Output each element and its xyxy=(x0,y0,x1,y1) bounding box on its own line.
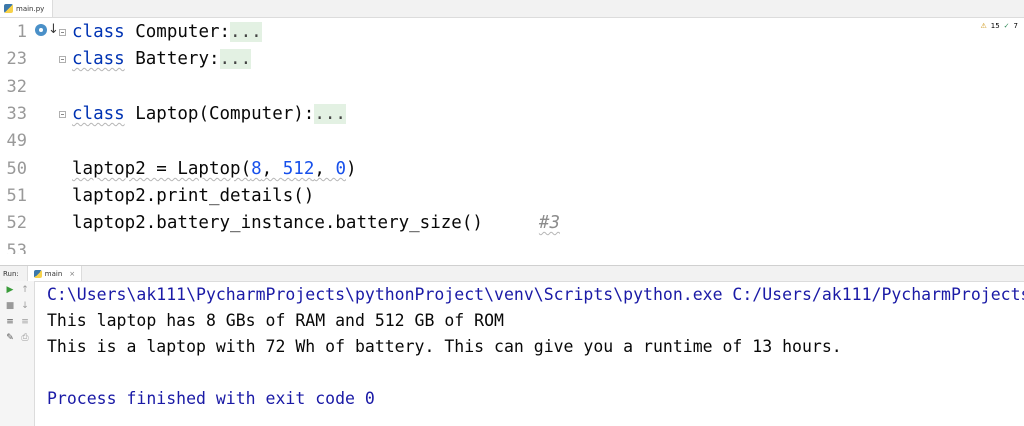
run-tab-label: main xyxy=(44,269,63,278)
tab-main-py[interactable]: main.py xyxy=(0,0,54,17)
number-literal: 512 xyxy=(282,159,315,179)
folded-region[interactable]: ... xyxy=(219,49,252,69)
separator: , xyxy=(261,159,283,179)
separator: , xyxy=(314,159,336,179)
check-count: 7 xyxy=(1013,22,1018,30)
inspection-widget[interactable]: ⚠ 15 ✓ 7 xyxy=(980,22,1018,30)
code-line: class Battery:... xyxy=(72,46,252,73)
code-line: laptop2.battery_instance.battery_size() #… xyxy=(72,210,560,237)
keyword: class xyxy=(72,104,125,124)
code-editor[interactable]: 1 23 32 33 49 50 51 52 53 ↓ ⚠ 15 ✓ 7 cla… xyxy=(0,18,1024,254)
implemented-arrow-icon[interactable]: ↓ xyxy=(48,22,59,37)
editor-tab-bar: main.py xyxy=(0,0,1024,18)
fold-marker-icon[interactable] xyxy=(59,111,66,118)
line-number: 51 xyxy=(6,186,27,206)
line-number: 49 xyxy=(6,131,27,151)
run-label: Run: xyxy=(3,269,19,278)
pin-icon[interactable]: ✎ xyxy=(5,333,15,343)
scroll-down-icon[interactable]: ↓ xyxy=(20,301,30,311)
print-icon[interactable]: ⎙ xyxy=(20,333,30,343)
class-name: Computer: xyxy=(124,22,231,42)
comment: #3 xyxy=(538,213,560,233)
line-number: 32 xyxy=(6,77,27,97)
layout-icon[interactable]: ≡ xyxy=(5,317,15,327)
code-line: laptop2.print_details() xyxy=(72,186,315,206)
run-tab-main[interactable]: main × xyxy=(26,266,83,281)
fold-marker-icon[interactable] xyxy=(59,56,66,63)
keyword: class xyxy=(72,22,125,42)
warning-count: 15 xyxy=(990,22,1000,30)
console-command-line: C:\Users\ak111\PycharmProjects\pythonPro… xyxy=(47,285,1024,304)
stop-icon[interactable]: ■ xyxy=(5,301,15,311)
folded-region[interactable]: ... xyxy=(314,104,346,124)
run-toolbar: ▶ ↑ ■ ↓ ≡ ≡ ✎ ⎙ xyxy=(0,281,35,426)
line-number: 1 xyxy=(16,22,27,42)
run-gutter-icon[interactable] xyxy=(35,24,47,36)
code-line: class Laptop(Computer):... xyxy=(72,101,346,128)
call-suffix: ) xyxy=(345,159,357,179)
python-file-icon xyxy=(4,4,13,13)
console-exit-line: Process finished with exit code 0 xyxy=(47,389,375,408)
method-call: laptop2.battery_instance.battery_size() xyxy=(72,213,483,233)
tab-label: main.py xyxy=(16,4,45,13)
line-gutter: 1 23 32 33 49 50 51 52 53 ↓ xyxy=(0,18,66,254)
fold-marker-icon[interactable] xyxy=(59,29,66,36)
console-output-line: This is a laptop with 72 Wh of battery. … xyxy=(47,337,842,356)
warning-icon: ⚠ xyxy=(980,22,987,30)
close-icon[interactable]: × xyxy=(69,270,75,278)
console-output-line: This laptop has 8 GBs of RAM and 512 GB … xyxy=(47,311,504,330)
class-name: Laptop(Computer): xyxy=(124,104,315,124)
scroll-up-icon[interactable]: ↑ xyxy=(20,285,30,295)
line-number: 53 xyxy=(6,241,27,254)
keyword: class xyxy=(72,49,125,69)
folded-region[interactable]: ... xyxy=(230,22,262,42)
run-panel-header: Run: main × xyxy=(0,265,1024,282)
rerun-icon[interactable]: ▶ xyxy=(5,285,15,295)
soft-wrap-icon[interactable]: ≡ xyxy=(20,317,30,327)
number-literal: 8 xyxy=(251,159,262,179)
call-prefix: laptop2 = Laptop( xyxy=(72,159,252,179)
line-number: 50 xyxy=(6,159,27,179)
line-number: 33 xyxy=(6,104,27,124)
code-line: laptop2 = Laptop(8, 512, 0) xyxy=(72,156,357,183)
line-number: 23 xyxy=(6,49,27,69)
class-name: Battery: xyxy=(124,49,220,69)
code-line: class Computer:... xyxy=(72,19,262,46)
number-literal: 0 xyxy=(335,159,346,179)
python-file-icon xyxy=(33,269,42,278)
check-icon: ✓ xyxy=(1003,22,1010,30)
line-number: 52 xyxy=(6,213,27,233)
